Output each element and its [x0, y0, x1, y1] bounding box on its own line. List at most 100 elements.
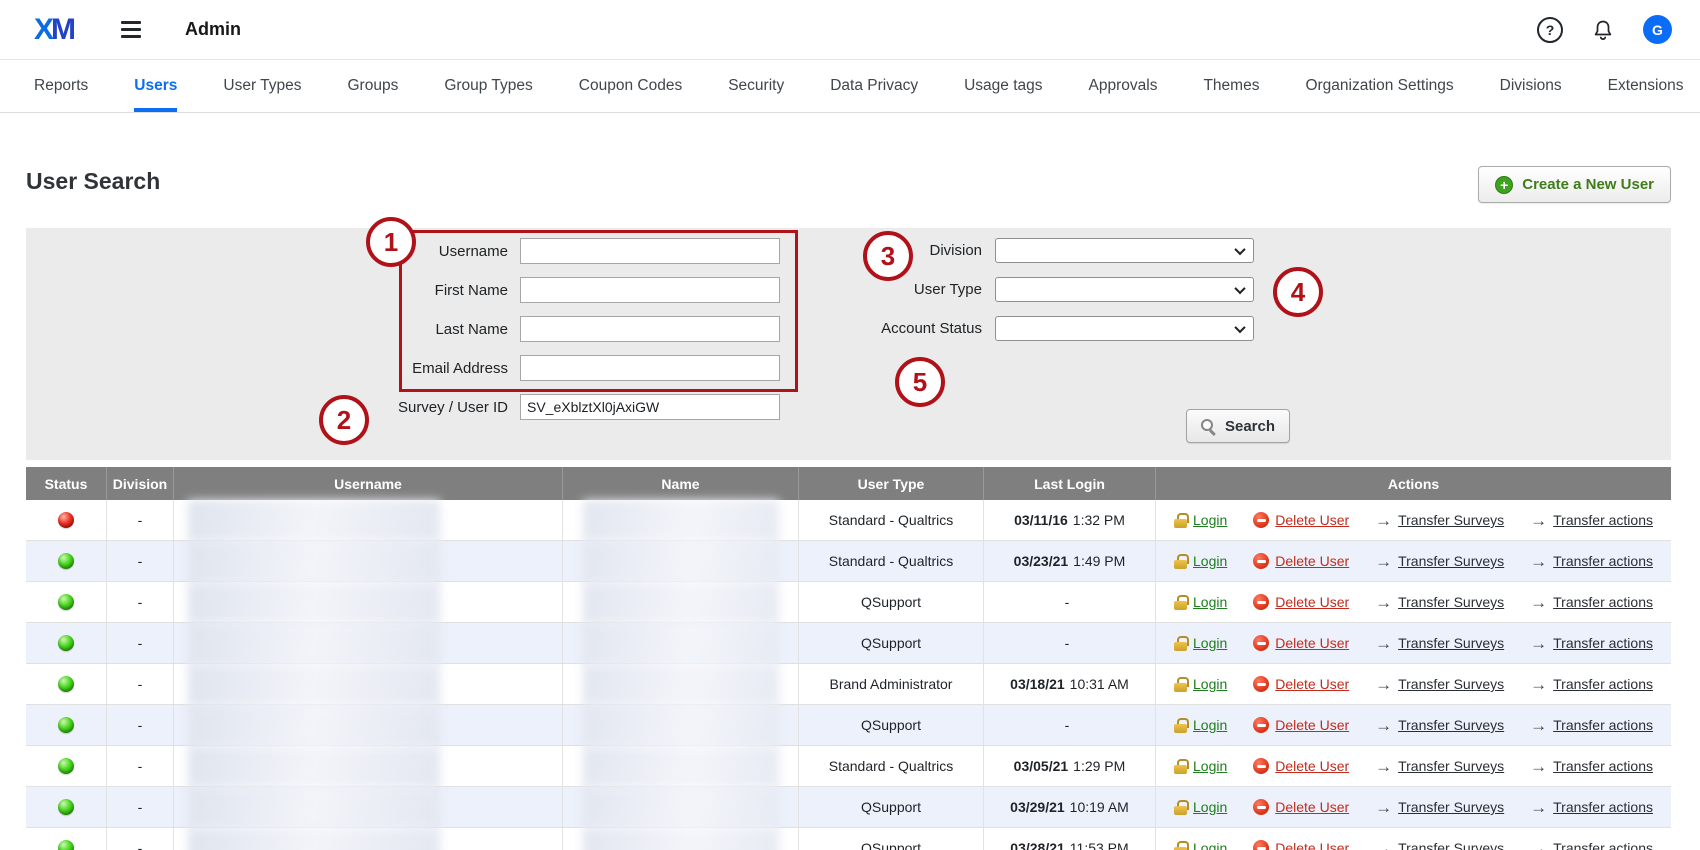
notifications-bell-icon[interactable] [1591, 18, 1615, 42]
transfer-surveys-link[interactable]: Transfer Surveys [1375, 635, 1504, 652]
transfer-actions-link[interactable]: Transfer actions [1530, 840, 1653, 850]
transfer-surveys-link[interactable]: Transfer Surveys [1375, 553, 1504, 570]
survey-user-id-input[interactable] [520, 394, 780, 420]
nav-tab[interactable]: Extensions [1608, 60, 1684, 112]
delete-icon [1253, 553, 1269, 569]
nav-tab[interactable]: Groups [347, 60, 398, 112]
transfer-surveys-link[interactable]: Transfer Surveys [1375, 594, 1504, 611]
last-login-time: 11:53 PM [1070, 840, 1129, 850]
login-link[interactable]: Login [1174, 512, 1227, 528]
table-row: - QSupport 03/29/21 10:19 AM Login Delet… [26, 787, 1671, 828]
transfer-surveys-link[interactable]: Transfer Surveys [1375, 799, 1504, 816]
status-indicator [58, 799, 74, 815]
delete-user-link[interactable]: Delete User [1253, 553, 1349, 569]
redacted-username [188, 705, 440, 746]
nav-tab-label: Reports [34, 77, 88, 95]
nav-tab[interactable]: Reports [34, 60, 88, 112]
nav-tab[interactable]: Data Privacy [830, 60, 918, 112]
transfer-actions-link[interactable]: Transfer actions [1530, 676, 1653, 693]
division-cell: - [107, 787, 174, 827]
transfer-surveys-link[interactable]: Transfer Surveys [1375, 758, 1504, 775]
login-link[interactable]: Login [1174, 758, 1227, 774]
arrow-icon [1375, 758, 1392, 775]
transfer-surveys-link[interactable]: Transfer Surveys [1375, 676, 1504, 693]
redacted-username [188, 787, 440, 828]
delete-user-link[interactable]: Delete User [1253, 840, 1349, 850]
delete-user-link[interactable]: Delete User [1253, 676, 1349, 692]
delete-user-link[interactable]: Delete User [1253, 717, 1349, 733]
transfer-surveys-link[interactable]: Transfer Surveys [1375, 840, 1504, 850]
delete-user-link[interactable]: Delete User [1253, 594, 1349, 610]
table-body: - Standard - Qualtrics 03/11/16 1:32 PM … [26, 500, 1671, 850]
login-link[interactable]: Login [1174, 840, 1227, 850]
delete-user-link[interactable]: Delete User [1253, 758, 1349, 774]
help-icon[interactable]: ? [1537, 17, 1563, 43]
transfer-actions-link[interactable]: Transfer actions [1530, 799, 1653, 816]
division-select[interactable] [995, 238, 1254, 263]
lock-icon [1174, 513, 1187, 528]
lock-icon [1174, 841, 1187, 850]
nav-tab[interactable]: User Types [223, 60, 301, 112]
nav-tab[interactable]: Organization Settings [1305, 60, 1453, 112]
nav-tab[interactable]: Coupon Codes [579, 60, 682, 112]
login-link[interactable]: Login [1174, 594, 1227, 610]
create-new-user-button[interactable]: + Create a New User [1478, 166, 1671, 203]
nav-tab[interactable]: Themes [1203, 60, 1259, 112]
login-link[interactable]: Login [1174, 676, 1227, 692]
login-link[interactable]: Login [1174, 799, 1227, 815]
transfer-actions-link[interactable]: Transfer actions [1530, 635, 1653, 652]
arrow-icon [1375, 594, 1392, 611]
username-cell [174, 828, 563, 850]
transfer-surveys-link[interactable]: Transfer Surveys [1375, 717, 1504, 734]
chevron-down-icon [1234, 321, 1245, 332]
nav-tab[interactable]: Usage tags [964, 60, 1042, 112]
transfer-actions-link[interactable]: Transfer actions [1530, 512, 1653, 529]
hamburger-menu-icon[interactable] [121, 21, 141, 38]
nav-tab[interactable]: Approvals [1089, 60, 1158, 112]
nav-tab[interactable]: Security [728, 60, 784, 112]
actions-cell: Login Delete User Transfer Surveys Trans… [1156, 746, 1671, 786]
delete-user-link[interactable]: Delete User [1253, 512, 1349, 528]
last-login-date: 03/05/21 [1014, 758, 1069, 774]
user-type-cell: QSupport [799, 787, 984, 827]
transfer-surveys-link[interactable]: Transfer Surveys [1375, 512, 1504, 529]
table-row: - Standard - Qualtrics 03/11/16 1:32 PM … [26, 500, 1671, 541]
nav-tab-label: Groups [347, 77, 398, 95]
lock-icon [1174, 759, 1187, 774]
nav-tab[interactable]: Divisions [1500, 60, 1562, 112]
login-link[interactable]: Login [1174, 635, 1227, 651]
last-login-date: - [1065, 594, 1070, 610]
redacted-username [188, 500, 440, 541]
arrow-icon [1375, 553, 1392, 570]
transfer-actions-link[interactable]: Transfer actions [1530, 758, 1653, 775]
nav-tab[interactable]: Users [134, 60, 177, 112]
status-indicator [58, 840, 74, 850]
user-type-select[interactable] [995, 277, 1254, 302]
status-cell [26, 500, 107, 540]
search-button[interactable]: Search [1186, 409, 1290, 443]
transfer-actions-link[interactable]: Transfer actions [1530, 717, 1653, 734]
transfer-actions-link[interactable]: Transfer actions [1530, 553, 1653, 570]
account-status-select[interactable] [995, 316, 1254, 341]
login-link[interactable]: Login [1174, 553, 1227, 569]
division-cell: - [107, 664, 174, 704]
status-cell [26, 623, 107, 663]
redacted-name [583, 705, 779, 746]
division-cell: - [107, 828, 174, 850]
arrow-icon [1530, 594, 1547, 611]
login-link[interactable]: Login [1174, 717, 1227, 733]
last-login-date: 03/28/21 [1010, 840, 1065, 850]
col-header-username: Username [174, 467, 563, 500]
transfer-actions-link[interactable]: Transfer actions [1530, 594, 1653, 611]
last-login-time: 1:29 PM [1073, 758, 1125, 774]
status-cell [26, 705, 107, 745]
division-cell: - [107, 541, 174, 581]
annotation-circle-1: 1 [366, 217, 416, 267]
last-login-cell: - [984, 705, 1156, 745]
chevron-down-icon [1234, 282, 1245, 293]
delete-user-link[interactable]: Delete User [1253, 799, 1349, 815]
table-row: - Standard - Qualtrics 03/05/21 1:29 PM … [26, 746, 1671, 787]
delete-user-link[interactable]: Delete User [1253, 635, 1349, 651]
user-avatar[interactable]: G [1643, 15, 1672, 44]
nav-tab[interactable]: Group Types [444, 60, 532, 112]
